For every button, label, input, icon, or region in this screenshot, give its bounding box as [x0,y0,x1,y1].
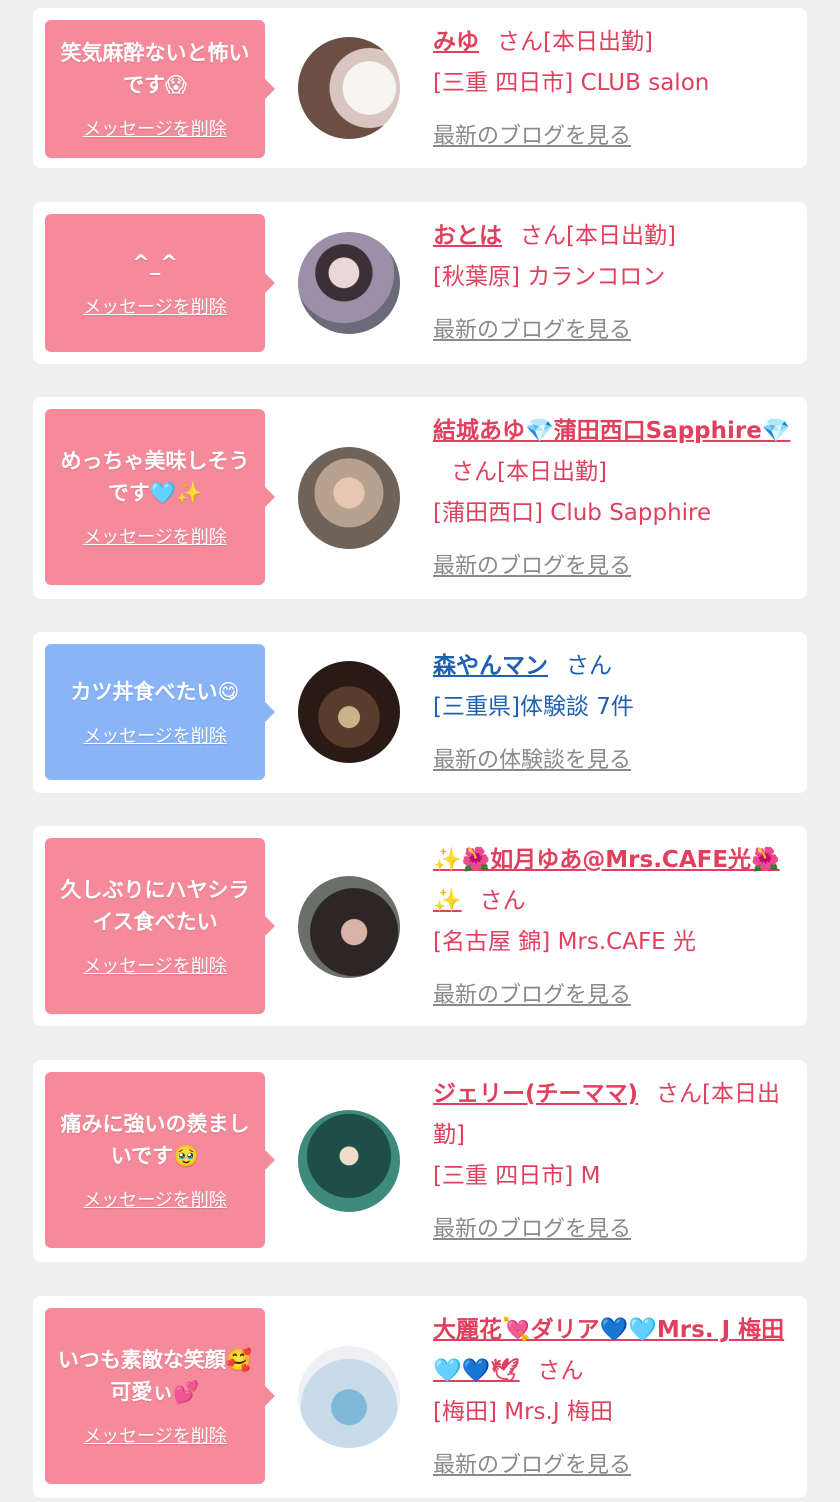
message-card: 久しぶりにハヤシライス食べたい メッセージを削除 ✨🌺如月ゆあ@Mrs.CAFE… [33,826,807,1026]
message-bubble: めっちゃ美味しそうです🩵✨ メッセージを削除 [45,409,275,585]
profile-info: みゆ さん[本日出勤] [三重 四日市] CLUB salon 最新のブログを見る [433,22,793,157]
message-card: 痛みに強いの羨ましいです🥹 メッセージを削除 ジェリー(チーママ) さん[本日出勤… [33,1060,807,1262]
message-text: 久しぶりにハヤシライス食べたい [60,878,250,934]
profile-info: 結城あゆ💎蒲田西口Sapphire💎 さん[本日出勤] [蒲田西口] Club S… [433,411,793,587]
profile-name-link[interactable]: 結城あゆ💎蒲田西口Sapphire💎 [433,418,791,444]
shop-info: [三重 四日市] CLUB salon [433,70,710,96]
message-card: いつも素敵な笑顔🥰可愛ぃ💕 メッセージを削除 大麗花💘ダリア💙🩵Mrs. J 梅… [33,1296,807,1498]
honorific-status: さん [537,1358,584,1384]
honorific-status: さん[本日出勤] [451,459,607,485]
message-bubble: 痛みに強いの羨ましいです🥹 メッセージを削除 [45,1072,275,1248]
delete-message-link[interactable]: メッセージを削除 [83,1186,227,1212]
latest-blog-link[interactable]: 最新のブログを見る [433,546,793,587]
shop-info: [三重県]体験談 7件 [433,694,634,720]
delete-message-link[interactable]: メッセージを削除 [83,952,227,978]
message-text: カツ丼食べたい😋 [70,680,240,704]
shop-info: [梅田] Mrs.J 梅田 [433,1399,613,1425]
avatar[interactable] [298,37,400,139]
latest-blog-link[interactable]: 最新のブログを見る [433,1209,793,1250]
latest-blog-link[interactable]: 最新のブログを見る [433,116,793,157]
shop-info: [秋葉原] カランコロン [433,264,666,290]
message-card: めっちゃ美味しそうです🩵✨ メッセージを削除 結城あゆ💎蒲田西口Sapphire… [33,397,807,599]
message-card: 笑気麻酔ないと怖いです😱 メッセージを削除 みゆ さん[本日出勤] [三重 四日市… [33,8,807,168]
shop-info: [蒲田西口] Club Sapphire [433,500,712,526]
message-text: めっちゃ美味しそうです🩵✨ [60,449,250,505]
profile-info: おとは さん[本日出勤] [秋葉原] カランコロン 最新のブログを見る [433,216,793,351]
message-card: カツ丼食べたい😋 メッセージを削除 森やんマン さん [三重県]体験談 7件 最新… [33,632,807,793]
latest-blog-link[interactable]: 最新のブログを見る [433,1445,793,1486]
delete-message-link[interactable]: メッセージを削除 [83,523,227,549]
shop-info: [名古屋 錦] Mrs.CAFE 光 [433,929,697,955]
latest-blog-link[interactable]: 最新のブログを見る [433,975,793,1016]
avatar[interactable] [298,447,400,549]
avatar[interactable] [298,876,400,978]
honorific-status: さん [566,653,612,679]
message-text: ^_^ [132,251,178,275]
profile-name-link[interactable]: 大麗花💘ダリア💙🩵Mrs. J 梅田🩵💙🕊 [433,1317,784,1384]
profile-info: 森やんマン さん [三重県]体験談 7件 最新の体験談を見る [433,646,793,781]
profile-name-link[interactable]: おとは [433,223,502,249]
shop-info: [三重 四日市] M [433,1163,601,1189]
message-text: 笑気麻酔ないと怖いです😱 [60,41,250,97]
honorific-status: さん [479,888,526,914]
profile-info: ジェリー(チーママ) さん[本日出勤] [三重 四日市] M 最新のブログを見る [433,1074,793,1250]
message-text: 痛みに強いの羨ましいです🥹 [60,1112,250,1168]
message-bubble: 久しぶりにハヤシライス食べたい メッセージを削除 [45,838,275,1014]
profile-name-link[interactable]: ジェリー(チーママ) [433,1081,638,1107]
avatar[interactable] [298,661,400,763]
latest-blog-link[interactable]: 最新のブログを見る [433,310,793,351]
honorific-status: さん[本日出勤] [520,223,676,249]
message-card: ^_^ メッセージを削除 おとは さん[本日出勤] [秋葉原] カランコロン 最新… [33,202,807,364]
profile-name-link[interactable]: みゆ [433,29,479,55]
avatar[interactable] [298,1346,400,1448]
delete-message-link[interactable]: メッセージを削除 [83,722,227,748]
delete-message-link[interactable]: メッセージを削除 [83,115,227,141]
avatar[interactable] [298,232,400,334]
message-bubble: カツ丼食べたい😋 メッセージを削除 [45,644,275,780]
profile-info: 大麗花💘ダリア💙🩵Mrs. J 梅田🩵💙🕊 さん [梅田] Mrs.J 梅田 最新… [433,1310,793,1486]
message-bubble: 笑気麻酔ないと怖いです😱 メッセージを削除 [45,20,275,158]
delete-message-link[interactable]: メッセージを削除 [83,1422,227,1448]
message-text: いつも素敵な笑顔🥰可愛ぃ💕 [57,1348,253,1404]
message-bubble: ^_^ メッセージを削除 [45,214,275,352]
profile-info: ✨🌺如月ゆあ@Mrs.CAFE光🌺✨ さん [名古屋 錦] Mrs.CAFE 光 … [433,840,793,1016]
message-list: 笑気麻酔ないと怖いです😱 メッセージを削除 みゆ さん[本日出勤] [三重 四日市… [0,0,840,1502]
profile-name-link[interactable]: 森やんマン [433,653,548,679]
message-bubble: いつも素敵な笑顔🥰可愛ぃ💕 メッセージを削除 [45,1308,275,1484]
latest-blog-link[interactable]: 最新の体験談を見る [433,740,793,781]
delete-message-link[interactable]: メッセージを削除 [83,293,227,319]
honorific-status: さん[本日出勤] [497,29,653,55]
avatar[interactable] [298,1110,400,1212]
